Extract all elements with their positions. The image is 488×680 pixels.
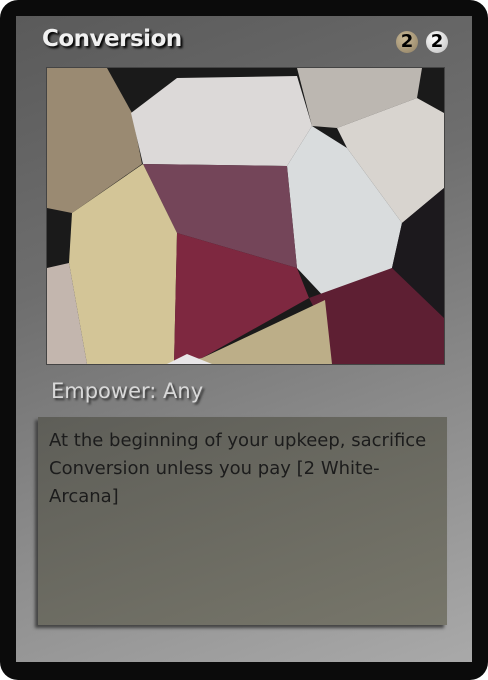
empower-label: Empower: Any <box>51 379 204 403</box>
card-title: Conversion <box>42 26 182 52</box>
rules-textbox: At the beginning of your upkeep, sacrifi… <box>38 417 447 625</box>
card-art <box>46 67 445 365</box>
cost-symbol-white: 2 <box>426 31 448 53</box>
cost-symbol-tan: 2 <box>396 31 418 53</box>
card[interactable]: Conversion 2 2 Empower: Any At the begin… <box>0 0 488 680</box>
rules-text: At the beginning of your upkeep, sacrifi… <box>49 430 427 507</box>
